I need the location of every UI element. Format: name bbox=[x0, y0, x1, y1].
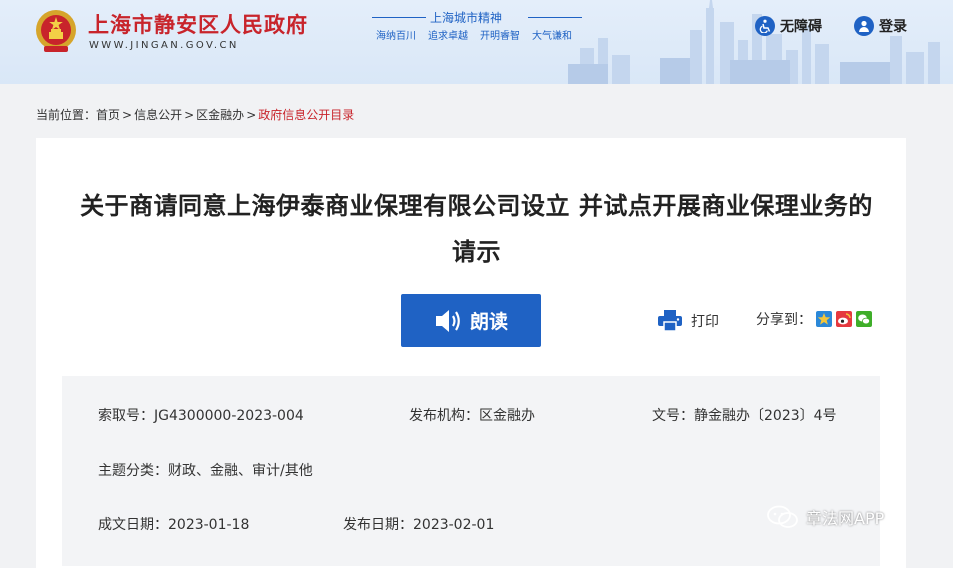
wechat-logo-icon bbox=[767, 505, 798, 528]
meta-label: 主题分类： bbox=[98, 463, 168, 479]
read-aloud-label: 朗读 bbox=[469, 311, 508, 333]
meta-topic: 主题分类：财政、金融、审计/其他 bbox=[98, 460, 313, 480]
city-spirit-item: 追求卓越 bbox=[428, 31, 468, 42]
meta-value: 财政、金融、审计/其他 bbox=[168, 463, 313, 479]
print-label: 打印 bbox=[691, 313, 719, 330]
meta-value: 静金融办〔2023〕4号 bbox=[694, 408, 837, 424]
share-label: 分享到： bbox=[756, 312, 812, 328]
spirit-divider-left bbox=[372, 17, 426, 18]
watermark: 章法网APP bbox=[766, 505, 884, 529]
qzone-icon[interactable] bbox=[816, 311, 832, 327]
meta-written-date: 成文日期：2023-01-18 bbox=[98, 514, 249, 534]
login-label: 登录 bbox=[879, 19, 907, 35]
meta-label: 文号： bbox=[652, 408, 694, 424]
meta-value: 2023-01-18 bbox=[168, 517, 250, 533]
city-spirit-item: 大气谦和 bbox=[532, 31, 572, 42]
document-title-line1: 关于商请同意上海伊泰商业保理有限公司设立 并试点开展商业保理业务的 bbox=[80, 192, 873, 220]
document-meta-box: 索取号：JG4300000-2023-004 发布机构：区金融办 文号：静金融办… bbox=[62, 376, 880, 566]
breadcrumb-separator: > bbox=[246, 107, 257, 122]
city-spirit-item: 海纳百川 bbox=[376, 31, 416, 42]
breadcrumb-separator: > bbox=[122, 107, 133, 122]
city-spirit-item: 开明睿智 bbox=[480, 31, 520, 42]
national-emblem-icon bbox=[36, 10, 76, 52]
breadcrumb-separator: > bbox=[184, 107, 195, 122]
city-skyline-graphic bbox=[568, 0, 940, 84]
site-title[interactable]: 上海市静安区人民政府 bbox=[88, 9, 308, 39]
print-button[interactable]: 打印 bbox=[658, 310, 719, 331]
document-title-line2: 请示 bbox=[452, 238, 501, 266]
spirit-divider-right bbox=[528, 17, 582, 18]
meta-index-number: 索取号：JG4300000-2023-004 bbox=[98, 405, 304, 425]
document-title: 关于商请同意上海伊泰商业保理有限公司设立 并试点开展商业保理业务的 请示 bbox=[0, 183, 953, 275]
user-icon bbox=[854, 16, 874, 36]
meta-value: 2023-02-01 bbox=[413, 517, 495, 533]
read-aloud-button[interactable]: 朗读 bbox=[401, 294, 541, 347]
meta-label: 成文日期： bbox=[98, 517, 168, 533]
breadcrumb-item-info-disclosure[interactable]: 信息公开 bbox=[134, 106, 182, 123]
printer-icon bbox=[658, 310, 682, 331]
login-link[interactable]: 登录 bbox=[854, 16, 907, 36]
meta-document-number: 文号：静金融办〔2023〕4号 bbox=[652, 405, 837, 425]
meta-publish-date: 发布日期：2023-02-01 bbox=[343, 514, 494, 534]
meta-publisher: 发布机构：区金融办 bbox=[409, 405, 535, 425]
meta-value: JG4300000-2023-004 bbox=[154, 408, 304, 424]
city-spirit-title: 上海城市精神 bbox=[430, 11, 503, 25]
weibo-icon[interactable] bbox=[836, 311, 852, 327]
wechat-icon[interactable] bbox=[856, 311, 872, 327]
accessibility-link[interactable]: 无障碍 bbox=[755, 16, 822, 36]
meta-value: 区金融办 bbox=[479, 408, 535, 424]
meta-label: 发布日期： bbox=[343, 517, 413, 533]
breadcrumb-item-finance-office[interactable]: 区金融办 bbox=[196, 106, 244, 123]
watermark-text: 章法网APP bbox=[806, 509, 885, 528]
accessibility-icon bbox=[755, 16, 775, 36]
meta-label: 发布机构： bbox=[409, 408, 479, 424]
share-bar: 分享到： bbox=[756, 309, 872, 329]
site-url: WWW.JINGAN.GOV.CN bbox=[89, 40, 239, 51]
breadcrumb-item-home[interactable]: 首页 bbox=[96, 106, 120, 123]
speaker-icon bbox=[435, 309, 460, 332]
city-spirit-list: 海纳百川 追求卓越 开明睿智 大气谦和 bbox=[376, 27, 572, 42]
site-header: 上海市静安区人民政府 WWW.JINGAN.GOV.CN 上海城市精神 海纳百川… bbox=[0, 0, 953, 84]
accessibility-label: 无障碍 bbox=[780, 19, 822, 35]
breadcrumb-prefix: 当前位置： bbox=[36, 108, 97, 122]
meta-label: 索取号： bbox=[98, 408, 154, 424]
breadcrumb-current[interactable]: 政府信息公开目录 bbox=[258, 106, 354, 123]
breadcrumb: 当前位置： 首页 > 信息公开 > 区金融办 > 政府信息公开目录 bbox=[36, 106, 354, 123]
